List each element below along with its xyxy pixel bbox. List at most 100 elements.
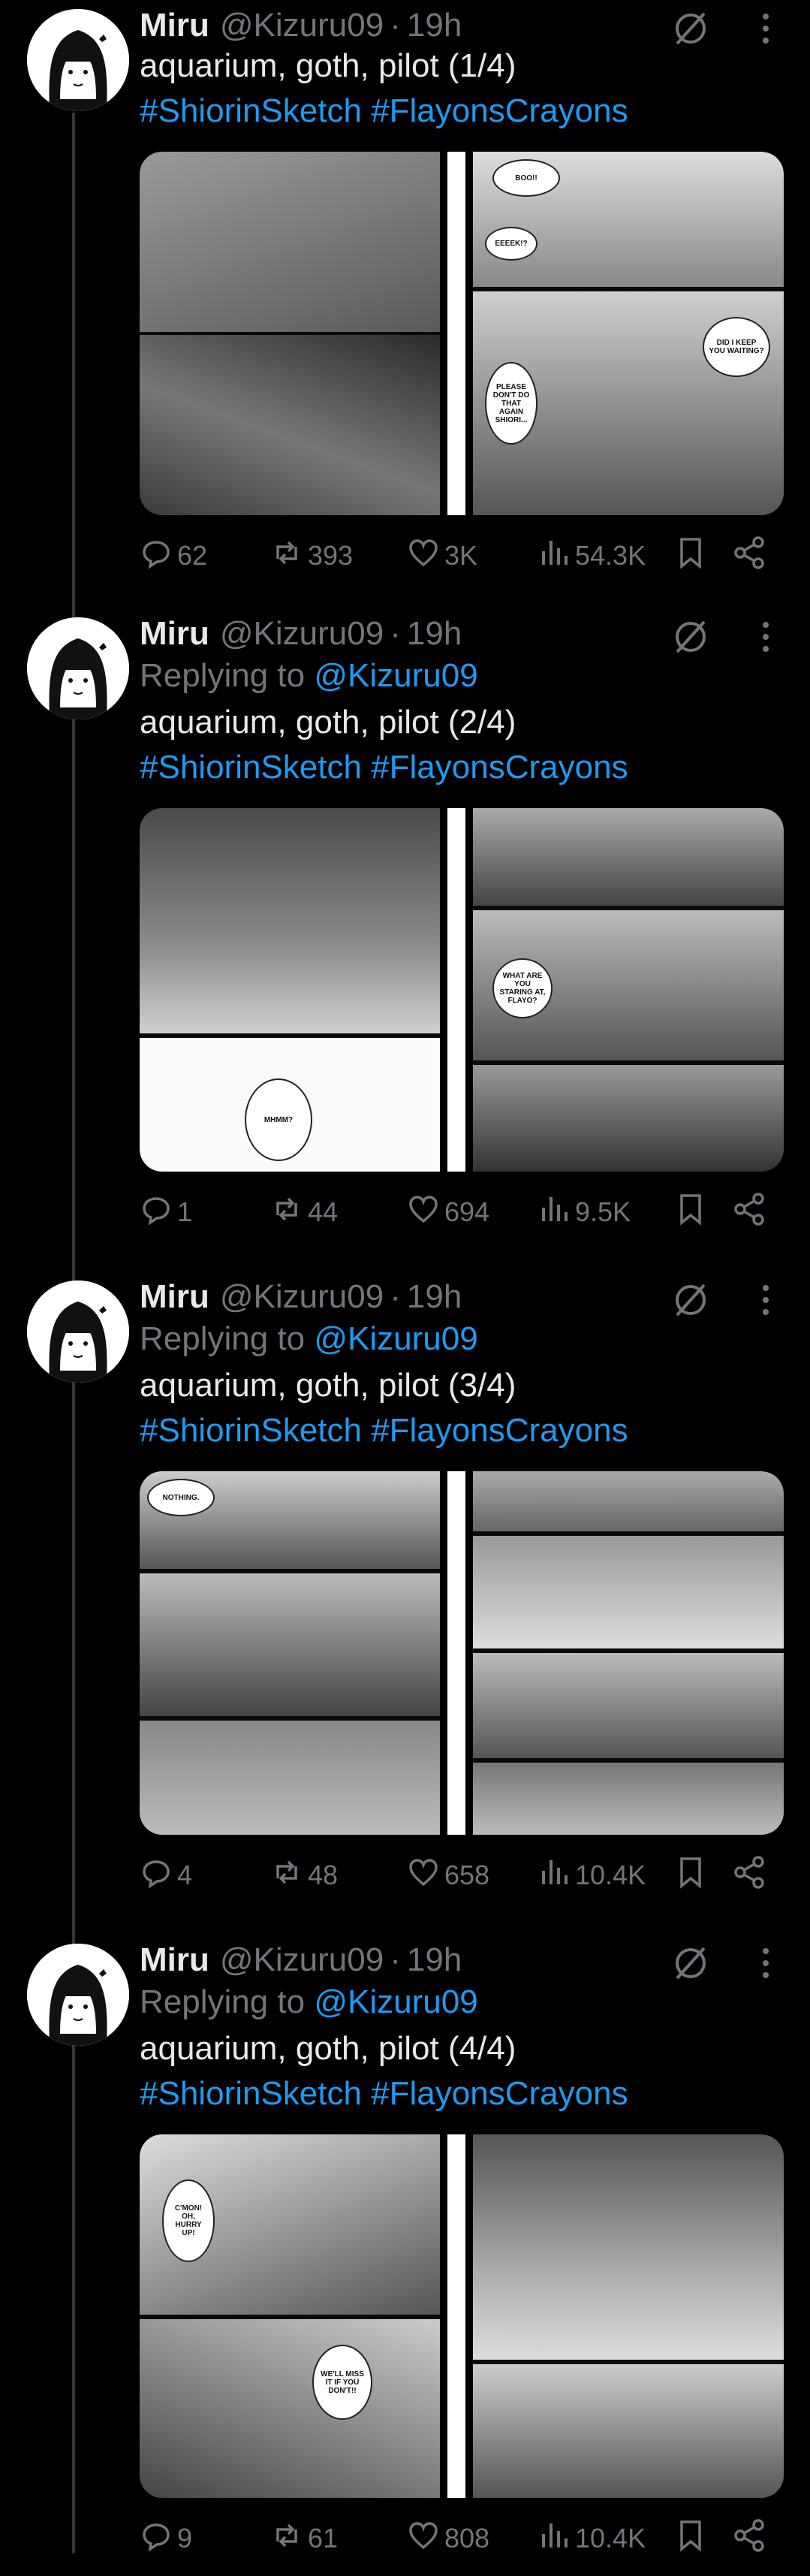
avatar[interactable]: [27, 1944, 129, 2046]
tweet-media[interactable]: BOO!! EEEEK!? DID I KEEP YOU WAITING? PLEAS…: [140, 152, 784, 515]
like-icon: [407, 1193, 444, 1232]
manga-panel[interactable]: [465, 1065, 784, 1172]
more-icon[interactable]: [751, 6, 781, 51]
reply-button[interactable]: 9: [140, 2516, 192, 2561]
manga-panel[interactable]: [465, 1471, 784, 1531]
timestamp[interactable]: 19h: [407, 1278, 462, 1316]
tweet-actions: 62 393 3K 54.3K: [140, 533, 778, 578]
grok-icon[interactable]: [668, 6, 713, 51]
repost-count: 61: [308, 2523, 339, 2553]
replying-handle[interactable]: @Kizuru09: [314, 1320, 477, 1357]
hashtag-link[interactable]: #FlayonsCrayons: [371, 1412, 628, 1449]
avatar[interactable]: [27, 617, 129, 719]
author-handle[interactable]: @Kizuru09: [220, 615, 384, 653]
speech-bubble: MHMM?: [245, 1078, 312, 1161]
like-button[interactable]: 3K: [407, 533, 477, 578]
media-gutter-white: [447, 808, 465, 1172]
hashtag-link[interactable]: #ShiorinSketch: [140, 749, 362, 786]
manga-panel[interactable]: [465, 1763, 784, 1835]
views-icon: [537, 1193, 575, 1232]
author-handle[interactable]: @Kizuru09: [220, 1278, 384, 1316]
tweet-media[interactable]: C'MON! OH, HURRY UP! WE'LL MISS IT IF YOU…: [140, 2134, 784, 2498]
like-count: 694: [444, 1196, 490, 1227]
repost-button[interactable]: 61: [270, 2516, 338, 2561]
author-name[interactable]: Miru: [140, 615, 209, 653]
hashtag-link[interactable]: #ShiorinSketch: [140, 2075, 362, 2112]
views-icon: [537, 536, 575, 576]
avatar[interactable]: [27, 9, 129, 111]
timestamp[interactable]: 19h: [407, 7, 462, 44]
share-button[interactable]: [733, 2516, 770, 2561]
tweet[interactable]: Miru @Kizuru09 · 19h Replying to @Kizuru…: [0, 1935, 810, 2576]
timestamp[interactable]: 19h: [407, 1941, 462, 1979]
author-name[interactable]: Miru: [140, 7, 209, 44]
manga-panel[interactable]: [140, 2319, 440, 2498]
tweet[interactable]: Miru @Kizuru09 · 19h Replying to @Kizuru…: [0, 608, 810, 1269]
replying-to: Replying to @Kizuru09: [140, 1318, 478, 1360]
manga-panel[interactable]: [465, 2134, 784, 2360]
manga-panel[interactable]: [140, 808, 440, 1033]
manga-panel[interactable]: [465, 808, 784, 906]
tweet[interactable]: Miru @Kizuru09 · 19h aquarium, goth, pil…: [0, 0, 810, 661]
manga-panel[interactable]: [140, 335, 440, 515]
author-name[interactable]: Miru: [140, 1941, 209, 1979]
manga-panel[interactable]: [140, 152, 440, 332]
separator-dot: ·: [390, 7, 401, 44]
manga-panel[interactable]: [465, 1536, 784, 1648]
reply-count: 1: [177, 1196, 193, 1227]
reply-button[interactable]: 4: [140, 1853, 192, 1898]
views-button[interactable]: 54.3K: [537, 533, 646, 578]
grok-icon[interactable]: [668, 1941, 713, 1986]
share-button[interactable]: [733, 1853, 770, 1898]
hashtag-link[interactable]: #FlayonsCrayons: [371, 749, 628, 786]
bookmark-button[interactable]: [674, 2516, 712, 2561]
views-button[interactable]: 10.4K: [537, 2516, 646, 2561]
author-name[interactable]: Miru: [140, 1278, 209, 1316]
bookmark-button[interactable]: [674, 1190, 712, 1235]
views-button[interactable]: 9.5K: [537, 1190, 631, 1235]
author-handle[interactable]: @Kizuru09: [220, 1941, 384, 1979]
tweet-text: aquarium, goth, pilot (3/4): [140, 1367, 516, 1404]
hashtag-link[interactable]: #ShiorinSketch: [140, 92, 362, 129]
repost-button[interactable]: 48: [270, 1853, 338, 1898]
tweet-header: Miru @Kizuru09 · 19h: [140, 1274, 462, 1320]
tweet-header: Miru @Kizuru09 · 19h: [140, 611, 462, 656]
views-button[interactable]: 10.4K: [537, 1853, 646, 1898]
more-icon[interactable]: [751, 1277, 781, 1323]
like-button[interactable]: 694: [407, 1190, 489, 1235]
author-handle[interactable]: @Kizuru09: [220, 7, 384, 44]
like-button[interactable]: 658: [407, 1853, 489, 1898]
tweet-media[interactable]: WHAT ARE YOU STARING AT, FLAYO? MHMM?: [140, 808, 784, 1172]
more-icon[interactable]: [751, 1941, 781, 1986]
replying-handle[interactable]: @Kizuru09: [314, 657, 477, 694]
manga-panel[interactable]: [465, 1653, 784, 1758]
manga-panel[interactable]: [140, 1721, 440, 1835]
share-button[interactable]: [733, 1190, 770, 1235]
hashtag-link[interactable]: #FlayonsCrayons: [371, 2075, 628, 2112]
hashtag-link[interactable]: #FlayonsCrayons: [371, 92, 628, 129]
hashtag-link[interactable]: #ShiorinSketch: [140, 1412, 362, 1449]
share-button[interactable]: [733, 533, 770, 578]
reply-icon: [140, 2519, 177, 2559]
tweet-media[interactable]: NOTHING.: [140, 1471, 784, 1835]
bookmark-button[interactable]: [674, 1853, 712, 1898]
timestamp[interactable]: 19h: [407, 615, 462, 653]
tweet-hashtags: #ShiorinSketch #FlayonsCrayons: [140, 1410, 628, 1452]
manga-panel[interactable]: [140, 1573, 440, 1716]
speech-bubble: WHAT ARE YOU STARING AT, FLAYO?: [492, 958, 553, 1018]
avatar[interactable]: [27, 1280, 129, 1383]
replying-handle[interactable]: @Kizuru09: [314, 1983, 477, 2020]
reply-button[interactable]: 1: [140, 1190, 192, 1235]
repost-button[interactable]: 393: [270, 533, 353, 578]
like-button[interactable]: 808: [407, 2516, 489, 2561]
repost-button[interactable]: 44: [270, 1190, 338, 1235]
manga-panel[interactable]: [465, 2364, 784, 2498]
reply-button[interactable]: 62: [140, 533, 207, 578]
grok-icon[interactable]: [668, 1277, 713, 1323]
views-icon: [537, 1856, 575, 1896]
views-count: 9.5K: [575, 1196, 631, 1227]
bookmark-button[interactable]: [674, 533, 712, 578]
more-icon[interactable]: [751, 614, 781, 659]
grok-icon[interactable]: [668, 614, 713, 659]
tweet[interactable]: Miru @Kizuru09 · 19h Replying to @Kizuru…: [0, 1271, 810, 1932]
